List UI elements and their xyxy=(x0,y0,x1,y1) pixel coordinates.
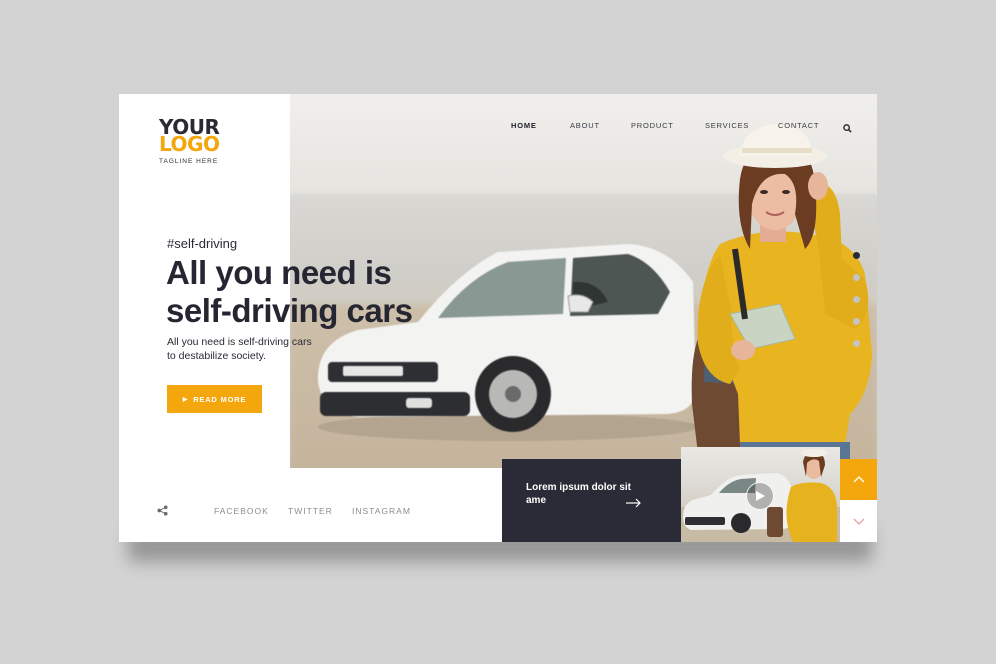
read-more-button[interactable]: ▶ READ MORE xyxy=(167,385,262,413)
slider-dot-5[interactable] xyxy=(853,340,860,347)
logo-text-logo: LOGO xyxy=(159,132,220,156)
woman-image xyxy=(691,124,872,468)
slider-dot-2[interactable] xyxy=(853,274,860,281)
logo[interactable]: YOUR LOGO TAGLINE HERE xyxy=(159,117,220,165)
slider-dot-1[interactable] xyxy=(853,252,860,259)
caret-right-icon: ▶ xyxy=(182,396,189,403)
slider-dot-4[interactable] xyxy=(853,318,860,325)
nav-product[interactable]: PRODUCT xyxy=(631,121,674,130)
hero-hashtag: #self-driving xyxy=(167,236,238,251)
subtext-line-2: to destabilize society. xyxy=(167,349,267,362)
scroll-down-button[interactable] xyxy=(840,500,877,542)
arrow-right-icon[interactable] xyxy=(626,495,642,513)
subtext-line-1: All you need is self-driving cars xyxy=(167,336,312,348)
nav-home[interactable]: HOME xyxy=(511,121,537,130)
nav-about[interactable]: ABOUT xyxy=(570,121,600,130)
social-twitter[interactable]: TWITTER xyxy=(288,506,333,516)
nav-contact[interactable]: CONTACT xyxy=(778,121,819,130)
hero-subtext: All you need is self-driving cars to des… xyxy=(167,336,327,363)
social-facebook[interactable]: FACEBOOK xyxy=(214,506,269,516)
promo-text: Lorem ipsum dolor sit ame xyxy=(526,482,632,506)
landing-page-card: YOUR LOGO TAGLINE HERE HOME ABOUT PRODUC… xyxy=(119,94,877,542)
chevron-up-icon xyxy=(853,476,864,483)
chevron-down-icon xyxy=(853,518,864,525)
headline-line-2: self-driving cars xyxy=(166,292,413,329)
scroll-up-button[interactable] xyxy=(840,459,877,500)
nav-services[interactable]: SERVICES xyxy=(705,121,749,130)
headline-line-1: All you need is xyxy=(166,254,392,291)
promo-box[interactable]: Lorem ipsum dolor sit ame xyxy=(502,459,681,542)
play-button[interactable] xyxy=(746,482,774,510)
hero-headline: All you need is self-driving cars xyxy=(166,254,413,330)
read-more-label: READ MORE xyxy=(193,394,247,404)
search-icon[interactable] xyxy=(843,120,852,138)
share-icon[interactable] xyxy=(157,503,168,521)
social-instagram[interactable]: INSTAGRAM xyxy=(352,506,411,516)
play-icon xyxy=(756,491,765,501)
logo-tagline: TAGLINE HERE xyxy=(159,158,219,165)
video-thumbnail[interactable] xyxy=(681,447,840,542)
slider-dot-3[interactable] xyxy=(853,296,860,303)
